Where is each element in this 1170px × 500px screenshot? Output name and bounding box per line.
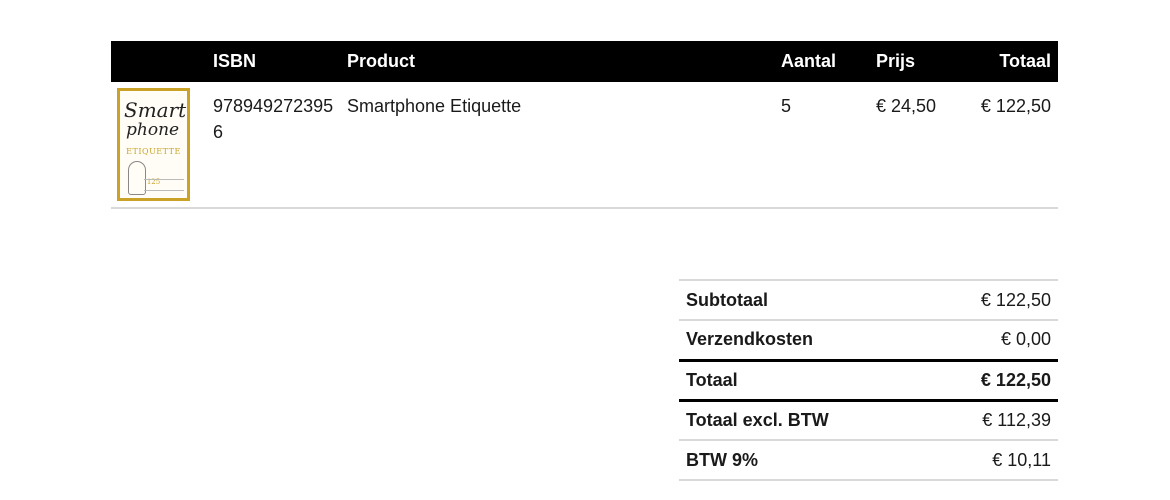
product-name: Smartphone Etiquette <box>347 96 522 116</box>
header-isbn: ISBN <box>213 51 257 71</box>
total-excl-vat-value: € 112,39 <box>925 400 1058 441</box>
order-items-table: ISBN Product Aantal Prijs Totaal Smart p… <box>111 41 1058 209</box>
total-row: Totaal € 122,50 <box>679 360 1058 402</box>
subtotal-row: Subtotaal € 122,50 <box>679 280 1058 321</box>
quantity-value: 5 <box>781 96 792 116</box>
total-label: Totaal <box>679 360 926 402</box>
vat-label: BTW 9% <box>679 440 926 481</box>
order-summary-page: ISBN Product Aantal Prijs Totaal Smart p… <box>0 0 1170 500</box>
isbn-cell: 9789492723956 <box>207 82 341 208</box>
table-header-row: ISBN Product Aantal Prijs Totaal <box>111 41 1058 82</box>
cover-title-line3: ETIQUETTE <box>126 147 181 156</box>
header-aantal: Aantal <box>781 51 837 71</box>
subtotal-label: Subtotaal <box>679 280 926 321</box>
order-totals-table: Subtotaal € 122,50 Verzendkosten € 0,00 … <box>679 279 1058 481</box>
book-cover-image: Smart phone ETIQUETTE 125 <box>117 88 190 201</box>
subtotal-value: € 122,50 <box>925 280 1058 321</box>
header-image <box>111 41 207 82</box>
shipping-label: Verzendkosten <box>679 320 926 362</box>
table-row: Smart phone ETIQUETTE 125 9789492723956 … <box>111 82 1058 208</box>
total-excl-vat-row: Totaal excl. BTW € 112,39 <box>679 400 1058 441</box>
header-prijs: Prijs <box>876 51 916 71</box>
cover-subtitle-lines <box>144 179 184 191</box>
vat-value: € 10,11 <box>925 440 1058 481</box>
shipping-row: Verzendkosten € 0,00 <box>679 320 1058 362</box>
header-totaal: Totaal <box>999 51 1051 71</box>
vat-row: BTW 9% € 10,11 <box>679 440 1058 481</box>
header-product: Product <box>347 51 416 71</box>
line-total-value: € 122,50 <box>980 96 1051 116</box>
shipping-value: € 0,00 <box>925 320 1058 362</box>
product-image-cell: Smart phone ETIQUETTE 125 <box>111 82 207 208</box>
isbn-value: 9789492723956 <box>213 96 334 142</box>
total-excl-vat-label: Totaal excl. BTW <box>679 400 926 441</box>
unit-price-value: € 24,50 <box>876 96 937 116</box>
total-value: € 122,50 <box>925 360 1058 402</box>
